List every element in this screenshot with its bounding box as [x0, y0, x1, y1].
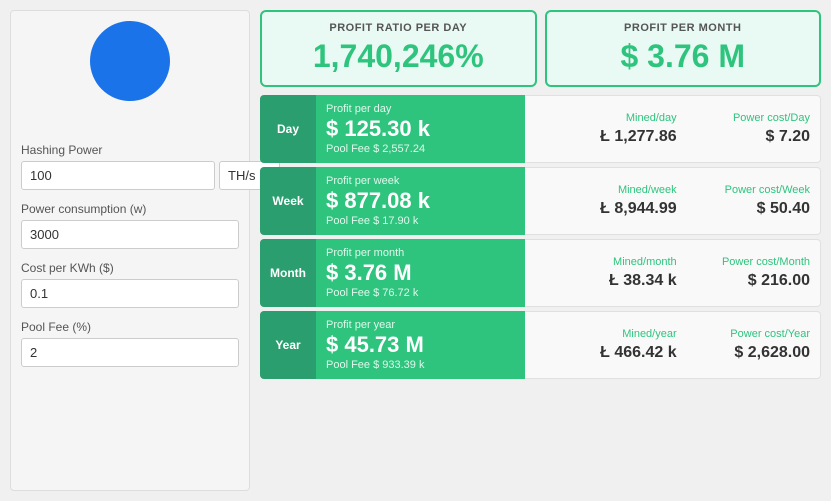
mined-label-week: Mined/week	[618, 184, 677, 196]
mined-value-year: Ł 466.42 k	[600, 344, 677, 362]
field-group-hashing_power: Hashing PowerTH/sGH/sMH/s	[21, 143, 239, 190]
mined-label-year: Mined/year	[622, 328, 676, 340]
mined-value-month: Ł 38.34 k	[609, 272, 677, 290]
mined-label-day: Mined/day	[626, 112, 677, 124]
power-label-week: Power cost/Week	[725, 184, 810, 196]
pool-fee-day: Pool Fee $ 2,557.24	[326, 143, 515, 155]
profit-value-week: $ 877.08 k	[326, 189, 515, 213]
profit-section-month: Profit per month $ 3.76 M Pool Fee $ 76.72…	[316, 239, 525, 307]
profit-value-day: $ 125.30 k	[326, 117, 515, 141]
pool-fee-month: Pool Fee $ 76.72 k	[326, 287, 515, 299]
field-label-hashing_power: Hashing Power	[21, 143, 239, 157]
mined-value-day: Ł 1,277.86	[600, 128, 677, 146]
profit-section-year: Profit per year $ 45.73 M Pool Fee $ 933.3…	[316, 311, 525, 379]
field-input-hashing_power[interactable]	[21, 161, 215, 190]
power-section-month: Power cost/Month $ 216.00	[687, 239, 821, 307]
pool-fee-year: Pool Fee $ 933.39 k	[326, 359, 515, 371]
data-row-day: Day Profit per day $ 125.30 k Pool Fee $ 2,…	[260, 95, 821, 163]
field-label-power_consumption: Power consumption (w)	[21, 202, 239, 216]
power-value-month: $ 216.00	[748, 272, 810, 290]
profit-section-day: Profit per day $ 125.30 k Pool Fee $ 2,557…	[316, 95, 525, 163]
power-label-month: Power cost/Month	[722, 256, 810, 268]
power-section-week: Power cost/Week $ 50.40	[687, 167, 821, 235]
field-input-pool_fee[interactable]	[21, 338, 239, 367]
mined-section-week: Mined/week Ł 8,944.99	[525, 167, 687, 235]
mined-section-month: Mined/month Ł 38.34 k	[525, 239, 687, 307]
power-value-day: $ 7.20	[766, 128, 810, 146]
field-group-pool_fee: Pool Fee (%)	[21, 320, 239, 367]
data-row-year: Year Profit per year $ 45.73 M Pool Fee $ 9…	[260, 311, 821, 379]
profit-value-month: $ 3.76 M	[326, 261, 515, 285]
mined-label-month: Mined/month	[613, 256, 677, 268]
power-section-year: Power cost/Year $ 2,628.00	[687, 311, 821, 379]
field-input-power_consumption[interactable]	[21, 220, 239, 249]
period-label-day: Day	[260, 95, 316, 163]
field-label-pool_fee: Pool Fee (%)	[21, 320, 239, 334]
profit-label-week: Profit per week	[326, 175, 515, 187]
period-label-week: Week	[260, 167, 316, 235]
stat-value-profit_ratio_per_day: 1,740,246%	[276, 38, 521, 75]
profit-label-month: Profit per month	[326, 247, 515, 259]
logo-circle	[90, 21, 170, 101]
field-group-power_consumption: Power consumption (w)	[21, 202, 239, 249]
top-stats: PROFIT RATIO PER DAY 1,740,246% PROFIT PER…	[260, 10, 821, 87]
profit-label-day: Profit per day	[326, 103, 515, 115]
period-label-year: Year	[260, 311, 316, 379]
profit-section-week: Profit per week $ 877.08 k Pool Fee $ 17.9…	[316, 167, 525, 235]
power-label-day: Power cost/Day	[733, 112, 810, 124]
mined-section-day: Mined/day Ł 1,277.86	[525, 95, 687, 163]
mined-section-year: Mined/year Ł 466.42 k	[525, 311, 687, 379]
data-row-month: Month Profit per month $ 3.76 M Pool Fee $ …	[260, 239, 821, 307]
period-label-month: Month	[260, 239, 316, 307]
profit-value-year: $ 45.73 M	[326, 333, 515, 357]
data-row-week: Week Profit per week $ 877.08 k Pool Fee $ …	[260, 167, 821, 235]
power-section-day: Power cost/Day $ 7.20	[687, 95, 821, 163]
power-value-year: $ 2,628.00	[734, 344, 810, 362]
stat-box-profit_per_month: PROFIT PER MONTH $ 3.76 M	[545, 10, 822, 87]
power-value-week: $ 50.40	[757, 200, 810, 218]
mined-value-week: Ł 8,944.99	[600, 200, 677, 218]
data-rows: Day Profit per day $ 125.30 k Pool Fee $ 2,…	[260, 95, 821, 379]
field-group-cost_per_kwh: Cost per KWh ($)	[21, 261, 239, 308]
pool-fee-week: Pool Fee $ 17.90 k	[326, 215, 515, 227]
main-container: Hashing PowerTH/sGH/sMH/s Power consumpti…	[0, 0, 831, 501]
power-label-year: Power cost/Year	[730, 328, 810, 340]
right-panel: PROFIT RATIO PER DAY 1,740,246% PROFIT PER…	[260, 10, 821, 491]
left-panel: Hashing PowerTH/sGH/sMH/s Power consumpti…	[10, 10, 250, 491]
stat-value-profit_per_month: $ 3.76 M	[561, 38, 806, 75]
stat-label-profit_per_month: PROFIT PER MONTH	[561, 22, 806, 34]
stat-box-profit_ratio_per_day: PROFIT RATIO PER DAY 1,740,246%	[260, 10, 537, 87]
profit-label-year: Profit per year	[326, 319, 515, 331]
field-input-cost_per_kwh[interactable]	[21, 279, 239, 308]
stat-label-profit_ratio_per_day: PROFIT RATIO PER DAY	[276, 22, 521, 34]
field-label-cost_per_kwh: Cost per KWh ($)	[21, 261, 239, 275]
